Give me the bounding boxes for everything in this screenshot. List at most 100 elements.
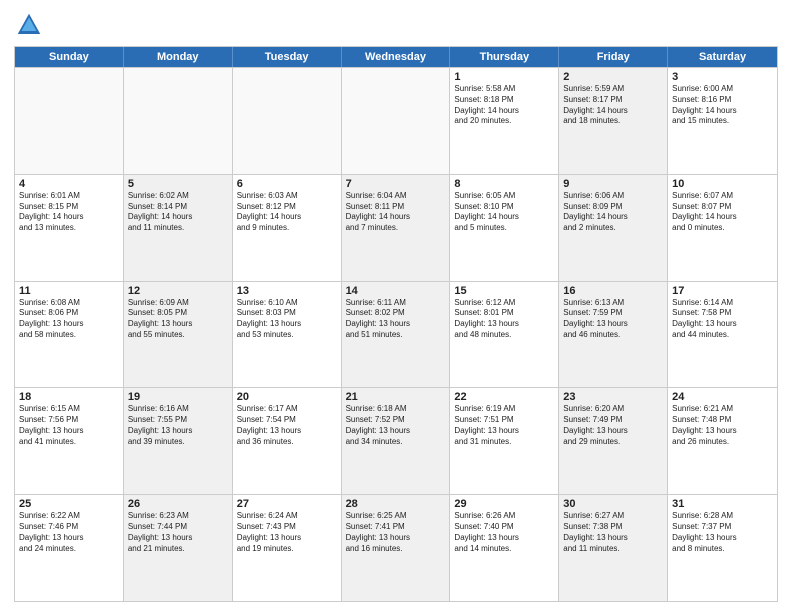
day-number: 8 bbox=[454, 178, 554, 190]
day-number: 17 bbox=[672, 285, 773, 297]
calendar-cell-4: 4Sunrise: 6:01 AM Sunset: 8:15 PM Daylig… bbox=[15, 175, 124, 281]
calendar-cell-2: 2Sunrise: 5:59 AM Sunset: 8:17 PM Daylig… bbox=[559, 68, 668, 174]
header-day-monday: Monday bbox=[124, 47, 233, 67]
day-number: 29 bbox=[454, 498, 554, 510]
cell-info: Sunrise: 6:11 AM Sunset: 8:02 PM Dayligh… bbox=[346, 298, 446, 341]
cell-info: Sunrise: 6:00 AM Sunset: 8:16 PM Dayligh… bbox=[672, 84, 773, 127]
calendar-cell-30: 30Sunrise: 6:27 AM Sunset: 7:38 PM Dayli… bbox=[559, 495, 668, 601]
calendar-row-2: 11Sunrise: 6:08 AM Sunset: 8:06 PM Dayli… bbox=[15, 281, 777, 388]
calendar-row-0: 1Sunrise: 5:58 AM Sunset: 8:18 PM Daylig… bbox=[15, 67, 777, 174]
cell-info: Sunrise: 6:28 AM Sunset: 7:37 PM Dayligh… bbox=[672, 511, 773, 554]
cell-info: Sunrise: 6:22 AM Sunset: 7:46 PM Dayligh… bbox=[19, 511, 119, 554]
day-number: 12 bbox=[128, 285, 228, 297]
cell-info: Sunrise: 6:15 AM Sunset: 7:56 PM Dayligh… bbox=[19, 404, 119, 447]
calendar-cell-31: 31Sunrise: 6:28 AM Sunset: 7:37 PM Dayli… bbox=[668, 495, 777, 601]
cell-info: Sunrise: 6:07 AM Sunset: 8:07 PM Dayligh… bbox=[672, 191, 773, 234]
header-day-thursday: Thursday bbox=[450, 47, 559, 67]
cell-info: Sunrise: 6:25 AM Sunset: 7:41 PM Dayligh… bbox=[346, 511, 446, 554]
cell-info: Sunrise: 6:23 AM Sunset: 7:44 PM Dayligh… bbox=[128, 511, 228, 554]
calendar-cell-6: 6Sunrise: 6:03 AM Sunset: 8:12 PM Daylig… bbox=[233, 175, 342, 281]
day-number: 26 bbox=[128, 498, 228, 510]
calendar-cell-15: 15Sunrise: 6:12 AM Sunset: 8:01 PM Dayli… bbox=[450, 282, 559, 388]
calendar-cell-25: 25Sunrise: 6:22 AM Sunset: 7:46 PM Dayli… bbox=[15, 495, 124, 601]
logo-icon bbox=[14, 10, 44, 40]
day-number: 22 bbox=[454, 391, 554, 403]
day-number: 19 bbox=[128, 391, 228, 403]
cell-info: Sunrise: 6:24 AM Sunset: 7:43 PM Dayligh… bbox=[237, 511, 337, 554]
day-number: 31 bbox=[672, 498, 773, 510]
cell-info: Sunrise: 6:10 AM Sunset: 8:03 PM Dayligh… bbox=[237, 298, 337, 341]
calendar-cell-21: 21Sunrise: 6:18 AM Sunset: 7:52 PM Dayli… bbox=[342, 388, 451, 494]
calendar-cell-10: 10Sunrise: 6:07 AM Sunset: 8:07 PM Dayli… bbox=[668, 175, 777, 281]
day-number: 25 bbox=[19, 498, 119, 510]
day-number: 3 bbox=[672, 71, 773, 83]
day-number: 23 bbox=[563, 391, 663, 403]
calendar-cell-24: 24Sunrise: 6:21 AM Sunset: 7:48 PM Dayli… bbox=[668, 388, 777, 494]
calendar-cell-13: 13Sunrise: 6:10 AM Sunset: 8:03 PM Dayli… bbox=[233, 282, 342, 388]
header bbox=[14, 10, 778, 40]
cell-info: Sunrise: 6:05 AM Sunset: 8:10 PM Dayligh… bbox=[454, 191, 554, 234]
calendar-cell-27: 27Sunrise: 6:24 AM Sunset: 7:43 PM Dayli… bbox=[233, 495, 342, 601]
calendar-cell-28: 28Sunrise: 6:25 AM Sunset: 7:41 PM Dayli… bbox=[342, 495, 451, 601]
cell-info: Sunrise: 6:20 AM Sunset: 7:49 PM Dayligh… bbox=[563, 404, 663, 447]
calendar-cell-empty bbox=[124, 68, 233, 174]
calendar-cell-23: 23Sunrise: 6:20 AM Sunset: 7:49 PM Dayli… bbox=[559, 388, 668, 494]
calendar-row-1: 4Sunrise: 6:01 AM Sunset: 8:15 PM Daylig… bbox=[15, 174, 777, 281]
cell-info: Sunrise: 6:08 AM Sunset: 8:06 PM Dayligh… bbox=[19, 298, 119, 341]
cell-info: Sunrise: 6:18 AM Sunset: 7:52 PM Dayligh… bbox=[346, 404, 446, 447]
day-number: 24 bbox=[672, 391, 773, 403]
calendar-row-3: 18Sunrise: 6:15 AM Sunset: 7:56 PM Dayli… bbox=[15, 387, 777, 494]
cell-info: Sunrise: 6:01 AM Sunset: 8:15 PM Dayligh… bbox=[19, 191, 119, 234]
day-number: 21 bbox=[346, 391, 446, 403]
calendar-cell-19: 19Sunrise: 6:16 AM Sunset: 7:55 PM Dayli… bbox=[124, 388, 233, 494]
day-number: 4 bbox=[19, 178, 119, 190]
header-day-sunday: Sunday bbox=[15, 47, 124, 67]
cell-info: Sunrise: 5:58 AM Sunset: 8:18 PM Dayligh… bbox=[454, 84, 554, 127]
header-day-wednesday: Wednesday bbox=[342, 47, 451, 67]
day-number: 16 bbox=[563, 285, 663, 297]
calendar-cell-11: 11Sunrise: 6:08 AM Sunset: 8:06 PM Dayli… bbox=[15, 282, 124, 388]
calendar-header: SundayMondayTuesdayWednesdayThursdayFrid… bbox=[15, 47, 777, 67]
calendar-cell-8: 8Sunrise: 6:05 AM Sunset: 8:10 PM Daylig… bbox=[450, 175, 559, 281]
day-number: 13 bbox=[237, 285, 337, 297]
cell-info: Sunrise: 6:02 AM Sunset: 8:14 PM Dayligh… bbox=[128, 191, 228, 234]
calendar-cell-5: 5Sunrise: 6:02 AM Sunset: 8:14 PM Daylig… bbox=[124, 175, 233, 281]
calendar-cell-7: 7Sunrise: 6:04 AM Sunset: 8:11 PM Daylig… bbox=[342, 175, 451, 281]
cell-info: Sunrise: 6:16 AM Sunset: 7:55 PM Dayligh… bbox=[128, 404, 228, 447]
cell-info: Sunrise: 6:17 AM Sunset: 7:54 PM Dayligh… bbox=[237, 404, 337, 447]
day-number: 28 bbox=[346, 498, 446, 510]
calendar-cell-1: 1Sunrise: 5:58 AM Sunset: 8:18 PM Daylig… bbox=[450, 68, 559, 174]
header-day-tuesday: Tuesday bbox=[233, 47, 342, 67]
cell-info: Sunrise: 6:14 AM Sunset: 7:58 PM Dayligh… bbox=[672, 298, 773, 341]
calendar-cell-16: 16Sunrise: 6:13 AM Sunset: 7:59 PM Dayli… bbox=[559, 282, 668, 388]
day-number: 9 bbox=[563, 178, 663, 190]
calendar-cell-26: 26Sunrise: 6:23 AM Sunset: 7:44 PM Dayli… bbox=[124, 495, 233, 601]
header-day-saturday: Saturday bbox=[668, 47, 777, 67]
calendar-cell-22: 22Sunrise: 6:19 AM Sunset: 7:51 PM Dayli… bbox=[450, 388, 559, 494]
day-number: 18 bbox=[19, 391, 119, 403]
calendar-cell-17: 17Sunrise: 6:14 AM Sunset: 7:58 PM Dayli… bbox=[668, 282, 777, 388]
day-number: 11 bbox=[19, 285, 119, 297]
cell-info: Sunrise: 6:21 AM Sunset: 7:48 PM Dayligh… bbox=[672, 404, 773, 447]
calendar-cell-9: 9Sunrise: 6:06 AM Sunset: 8:09 PM Daylig… bbox=[559, 175, 668, 281]
cell-info: Sunrise: 6:26 AM Sunset: 7:40 PM Dayligh… bbox=[454, 511, 554, 554]
calendar-cell-20: 20Sunrise: 6:17 AM Sunset: 7:54 PM Dayli… bbox=[233, 388, 342, 494]
day-number: 5 bbox=[128, 178, 228, 190]
cell-info: Sunrise: 6:04 AM Sunset: 8:11 PM Dayligh… bbox=[346, 191, 446, 234]
day-number: 27 bbox=[237, 498, 337, 510]
day-number: 15 bbox=[454, 285, 554, 297]
calendar: SundayMondayTuesdayWednesdayThursdayFrid… bbox=[14, 46, 778, 602]
cell-info: Sunrise: 6:12 AM Sunset: 8:01 PM Dayligh… bbox=[454, 298, 554, 341]
calendar-row-4: 25Sunrise: 6:22 AM Sunset: 7:46 PM Dayli… bbox=[15, 494, 777, 601]
cell-info: Sunrise: 6:19 AM Sunset: 7:51 PM Dayligh… bbox=[454, 404, 554, 447]
page: SundayMondayTuesdayWednesdayThursdayFrid… bbox=[0, 0, 792, 612]
calendar-cell-empty bbox=[342, 68, 451, 174]
calendar-cell-14: 14Sunrise: 6:11 AM Sunset: 8:02 PM Dayli… bbox=[342, 282, 451, 388]
cell-info: Sunrise: 6:27 AM Sunset: 7:38 PM Dayligh… bbox=[563, 511, 663, 554]
calendar-cell-3: 3Sunrise: 6:00 AM Sunset: 8:16 PM Daylig… bbox=[668, 68, 777, 174]
header-day-friday: Friday bbox=[559, 47, 668, 67]
cell-info: Sunrise: 6:09 AM Sunset: 8:05 PM Dayligh… bbox=[128, 298, 228, 341]
day-number: 6 bbox=[237, 178, 337, 190]
calendar-cell-18: 18Sunrise: 6:15 AM Sunset: 7:56 PM Dayli… bbox=[15, 388, 124, 494]
calendar-cell-empty bbox=[233, 68, 342, 174]
